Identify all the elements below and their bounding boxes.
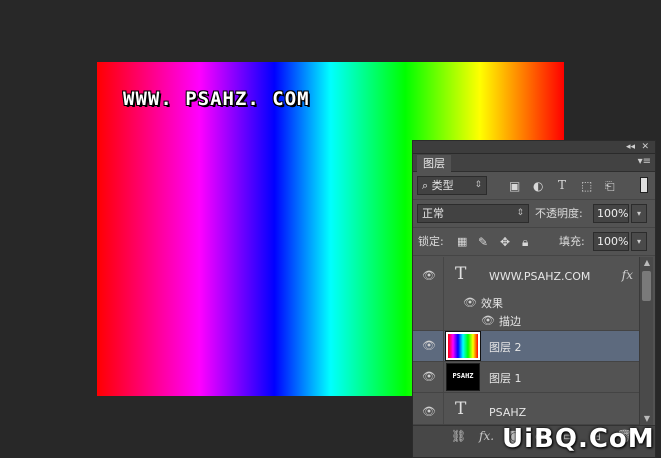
close-icon[interactable]: ✕ [641,141,649,154]
row-separator [443,362,444,392]
visibility-eye-icon[interactable]: 👁︎ [422,405,436,418]
adjustment-filter-icon[interactable]: ◐ [533,179,543,193]
layers-panel: ◂◂ ✕ 图层 ▾≡ ⌕ 类型 ⇕ ▣ ◐ T ⬚ ⎗ 正常 ⇕ 不透明度: 1… [412,140,656,458]
layers-scrollbar[interactable]: ▲ ▼ [639,257,653,425]
layer-name[interactable]: PSAHZ [489,406,526,419]
lock-move-icon[interactable]: ✥ [500,235,510,249]
opacity-dropdown-icon[interactable]: ▾ [631,204,647,223]
layer-row-layer2[interactable]: 👁︎ 图层 2 [413,331,639,362]
search-icon: ⌕ [422,179,429,192]
lock-row: 锁定: ▦ ✎ ✥ 🔒︎ 填充: 100% ▾ [413,228,655,256]
image-filter-icon[interactable]: ▣ [509,179,520,193]
watermark-logo: UiBQ.CoM [502,424,655,454]
lock-all-icon[interactable]: 🔒︎ [522,235,528,249]
row-separator [443,257,444,330]
filter-kind-dropdown[interactable]: ⌕ 类型 ⇕ [417,176,487,195]
opacity-label: 不透明度: [535,207,583,220]
filter-row: ⌕ 类型 ⇕ ▣ ◐ T ⬚ ⎗ [413,172,655,200]
row-separator [443,331,444,361]
text-layer-icon: T [455,264,467,284]
link-layers-icon[interactable]: ⛓︎ [451,429,466,443]
stroke-effect-label: 描边 [499,315,521,328]
panel-tab-row: 图层 ▾≡ [413,154,655,172]
effects-label: 效果 [481,297,503,310]
tab-layers[interactable]: 图层 [417,155,451,172]
opacity-input[interactable]: 100% [593,204,629,223]
collapse-icon[interactable]: ◂◂ [626,141,635,154]
fill-label: 填充: [559,235,585,248]
lock-label: 锁定: [418,235,444,248]
panel-titlebar: ◂◂ ✕ [413,141,655,154]
visibility-eye-icon[interactable]: 👁︎ [422,269,436,282]
canvas-headline-text: WWW. PSAHZ. COM [123,88,310,110]
layer-name[interactable]: WWW.PSAHZ.COM [489,270,590,283]
layer-fx-icon[interactable]: fx [622,268,633,282]
chevron-updown-icon: ⇕ [474,180,482,190]
layer-row-text-psahz[interactable]: 👁︎ T PSAHZ [413,393,639,425]
fill-input[interactable]: 100% [593,232,629,251]
layer-thumbnail-image: PSAHZ [446,363,480,391]
layers-list: 👁︎ T WWW.PSAHZ.COM fx 👁︎ 效果 👁︎ 描边 👁︎ 图层 … [413,257,639,425]
lock-paint-icon[interactable]: ✎ [478,235,488,249]
scroll-thumb[interactable] [642,271,651,301]
shape-filter-icon[interactable]: ⬚ [581,179,592,193]
row-separator [443,393,444,424]
layer-row-text-www[interactable]: 👁︎ T WWW.PSAHZ.COM fx 👁︎ 效果 👁︎ 描边 [413,257,639,331]
fill-dropdown-icon[interactable]: ▾ [631,232,647,251]
visibility-eye-icon[interactable]: 👁︎ [422,370,436,383]
blend-mode-value: 正常 [422,207,444,220]
text-layer-icon: T [455,399,467,419]
stroke-visibility-eye-icon[interactable]: 👁︎ [481,314,495,327]
fx-icon[interactable]: fx. [479,429,494,443]
blend-mode-dropdown[interactable]: 正常 ⇕ [417,204,529,223]
layer-name[interactable]: 图层 2 [489,339,522,355]
layer-thumbnail-gradient [445,331,481,361]
layer-row-layer1[interactable]: 👁︎ PSAHZ 图层 1 [413,362,639,393]
scroll-up-icon[interactable]: ▲ [640,257,654,269]
chevron-updown-icon: ⇕ [516,208,524,218]
effects-visibility-eye-icon[interactable]: 👁︎ [463,296,477,309]
lock-transparent-icon[interactable]: ▦ [457,235,467,249]
visibility-eye-icon[interactable]: 👁︎ [422,339,436,352]
panel-menu-icon[interactable]: ▾≡ [638,156,651,168]
smartobject-filter-icon[interactable]: ⎗ [605,179,615,193]
blend-row: 正常 ⇕ 不透明度: 100% ▾ [413,200,655,228]
filter-toggle-switch[interactable] [640,177,648,193]
filter-kind-label: 类型 [431,179,454,192]
layer-name[interactable]: 图层 1 [489,370,522,386]
type-filter-icon[interactable]: T [558,178,566,192]
